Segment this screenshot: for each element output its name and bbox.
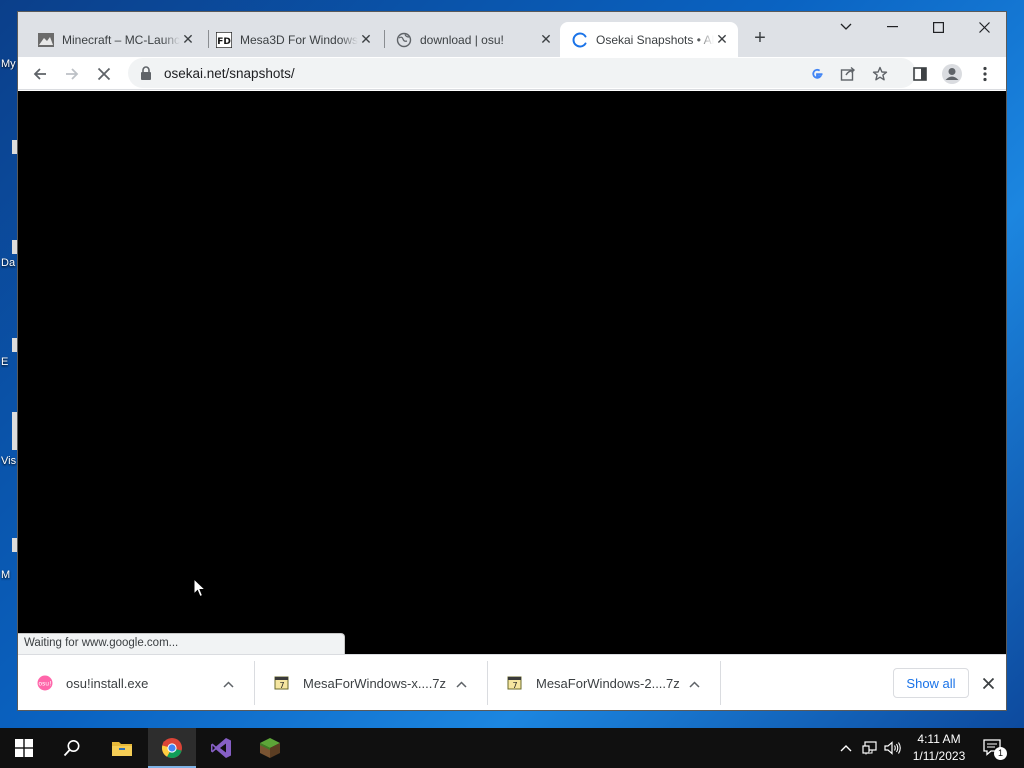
tab-mesa3d[interactable]: FD Mesa3D For Windows ✕ <box>204 22 382 57</box>
file-explorer-icon <box>112 742 132 756</box>
network-icon <box>862 741 877 755</box>
share-button[interactable] <box>834 60 862 88</box>
clock-date: 1/11/2023 <box>912 749 966 763</box>
speaker-icon <box>884 741 901 755</box>
google-lens-button[interactable] <box>803 60 831 88</box>
taskbar: 4:11 AM 1/11/2023 1 <box>0 728 1024 768</box>
tab-strip: Minecraft – MC-Launcher ✕ FD Mesa3D For … <box>18 12 1006 57</box>
windows-logo-icon <box>15 739 33 757</box>
tab-osekai-snapshots[interactable]: Osekai Snapshots • All ✕ <box>560 22 738 57</box>
download-filename: osu!install.exe <box>66 675 149 691</box>
show-hidden-icons-button[interactable] <box>836 728 856 768</box>
close-tab-icon[interactable]: ✕ <box>358 31 374 48</box>
minimize-icon <box>886 26 898 28</box>
tab-minecraft[interactable]: Minecraft – MC-Launcher ✕ <box>26 22 204 57</box>
tab-download-osu[interactable]: download | osu! ✕ <box>384 22 562 57</box>
loading-spinner-icon <box>572 32 588 48</box>
tab-title: Mesa3D For Windows <box>240 32 358 47</box>
kebab-menu-icon <box>983 66 987 82</box>
minecraft-taskbar-button[interactable] <box>246 728 294 768</box>
show-all-downloads-button[interactable]: Show all <box>893 668 969 698</box>
arrow-right-icon <box>66 68 79 80</box>
tab-title: Osekai Snapshots • All <box>596 32 714 47</box>
archive-icon: 7 <box>506 674 524 692</box>
stop-icon <box>97 67 111 81</box>
side-panel-button[interactable] <box>906 60 934 88</box>
lock-icon[interactable] <box>140 66 154 80</box>
network-button[interactable] <box>859 728 881 768</box>
tab-search-button[interactable] <box>823 12 869 42</box>
close-icon <box>982 677 994 689</box>
chevron-up-icon[interactable] <box>684 676 704 691</box>
clock[interactable]: 4:11 AM 1/11/2023 <box>906 731 972 765</box>
chevron-up-icon[interactable] <box>451 676 471 691</box>
visual-studio-icon <box>211 738 231 758</box>
maximize-button[interactable] <box>915 12 961 42</box>
download-item[interactable]: 7 MesaForWindows-x....7z <box>255 661 488 705</box>
svg-text:7: 7 <box>512 681 517 690</box>
close-window-button[interactable] <box>961 12 1007 42</box>
close-download-shelf-button[interactable] <box>976 669 1000 697</box>
chrome-taskbar-button[interactable] <box>148 728 196 768</box>
download-item[interactable]: 7 MesaForWindows-2....7z <box>488 661 721 705</box>
star-icon <box>872 66 888 81</box>
google-icon <box>812 68 823 79</box>
action-center-button[interactable]: 1 <box>978 728 1008 768</box>
minimize-button[interactable] <box>869 12 915 42</box>
download-filename: MesaForWindows-2....7z <box>536 675 680 691</box>
download-shelf: osu! osu!install.exe 7 MesaForWindows-x.… <box>18 654 1006 710</box>
chevron-down-icon <box>840 23 852 30</box>
stop-loading-button[interactable] <box>90 60 118 88</box>
close-tab-icon[interactable]: ✕ <box>714 31 730 48</box>
archive-icon: 7 <box>273 674 291 692</box>
bookmark-button[interactable] <box>866 60 894 88</box>
address-bar[interactable]: osekai.net/snapshots/ <box>128 58 916 88</box>
close-tab-icon[interactable]: ✕ <box>538 31 554 48</box>
arrow-left-icon <box>33 68 46 80</box>
back-button[interactable] <box>26 60 54 88</box>
file-explorer-button[interactable] <box>98 728 146 768</box>
forward-button[interactable] <box>58 60 86 88</box>
minecraft-icon <box>260 738 280 758</box>
side-panel-icon <box>913 67 927 81</box>
close-icon <box>978 21 990 33</box>
osu-icon: osu! <box>36 674 54 692</box>
close-tab-icon[interactable]: ✕ <box>180 31 196 48</box>
fd-icon: FD <box>216 31 232 48</box>
volume-button[interactable] <box>882 728 904 768</box>
start-button[interactable] <box>0 728 48 768</box>
browser-window: Minecraft – MC-Launcher ✕ FD Mesa3D For … <box>17 11 1007 711</box>
menu-button[interactable] <box>971 60 999 88</box>
notification-badge: 1 <box>994 747 1007 760</box>
svg-text:7: 7 <box>279 681 284 690</box>
minecraft-icon <box>38 32 54 48</box>
svg-text:osu!: osu! <box>38 681 51 688</box>
profile-button[interactable] <box>938 60 966 88</box>
url-text[interactable]: osekai.net/snapshots/ <box>164 66 295 81</box>
download-item[interactable]: osu! osu!install.exe <box>18 661 255 705</box>
taskbar-search-button[interactable] <box>48 728 96 768</box>
tab-title: download | osu! <box>420 32 504 47</box>
download-filename: MesaForWindows-x....7z <box>303 675 447 691</box>
maximize-icon <box>932 21 944 33</box>
visual-studio-button[interactable] <box>197 728 245 768</box>
avatar-icon <box>942 64 962 84</box>
svg-text:FD: FD <box>217 37 231 47</box>
new-tab-button[interactable]: + <box>748 26 772 50</box>
globe-icon <box>396 32 412 48</box>
chevron-up-icon <box>840 745 852 752</box>
mouse-cursor-icon <box>193 578 207 598</box>
browser-toolbar: osekai.net/snapshots/ <box>18 57 1006 90</box>
chevron-up-icon[interactable] <box>218 676 238 691</box>
share-icon <box>840 66 856 81</box>
status-bubble: Waiting for www.google.com... <box>18 633 345 654</box>
chrome-icon <box>161 738 182 759</box>
clock-time: 4:11 AM <box>917 732 961 746</box>
page-content[interactable]: Waiting for www.google.com... <box>18 91 1006 654</box>
search-icon <box>63 740 80 757</box>
tab-title: Minecraft – MC-Launcher <box>62 32 180 47</box>
